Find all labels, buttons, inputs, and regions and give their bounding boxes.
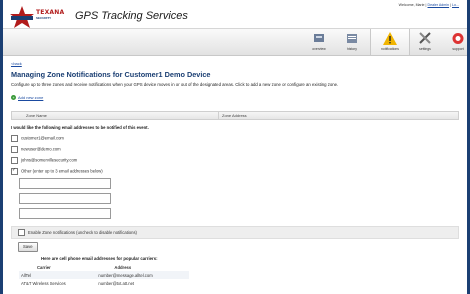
email-option[interactable]: newuser@demo.com [11,146,61,153]
email-checkbox[interactable] [11,135,18,142]
column-zone-address[interactable]: Zone Address [222,113,247,118]
enable-notifications-row[interactable]: Enable Zone notifications (uncheck to di… [11,226,459,239]
tab-settings[interactable]: settings [410,29,440,55]
tab-notifications[interactable]: notifications [370,29,410,55]
tab-bar: overview history notifications settings [3,28,467,56]
overview-icon [312,32,326,45]
zone-table-header: Zone Name Zone Address [11,111,459,120]
other-email-input-1[interactable] [19,178,111,189]
logout-link[interactable]: Lo... [452,3,459,7]
carriers-table: Carrier Address AllTel number@message.al… [19,264,189,287]
other-email-option[interactable]: Other (enter up to 3 email addresses bel… [11,167,103,175]
tools-icon [418,32,432,45]
other-email-input-3[interactable] [19,208,111,219]
other-email-input-2[interactable] [19,193,111,204]
table-row: AT&T Wireless Services number@txt.att.ne… [19,279,189,287]
logo-text: TEXANA [36,9,65,16]
column-carrier: Carrier [37,265,51,270]
tab-history[interactable]: history [337,29,367,55]
header: TEXANA SECURITY GPS Tracking Services We… [3,0,467,56]
intro-text: Configure up to three zones and receive … [11,82,339,87]
table-row: AllTel number@message.alltel.com [19,271,189,279]
back-link[interactable]: <back [11,61,22,66]
plus-icon: + [11,95,16,101]
enable-notifications-checkbox[interactable] [18,229,25,237]
app-title: GPS Tracking Services [75,10,188,22]
logo-subtitle: SECURITY [36,16,52,20]
column-zone-name[interactable]: Zone Name [26,113,47,118]
other-email-checkbox[interactable] [11,167,18,175]
save-button[interactable]: Save [18,242,38,252]
email-checkbox[interactable] [11,157,18,164]
add-zone-link[interactable]: + Add new zone [11,95,43,101]
email-option[interactable]: johns@somervillesecurity.com [11,157,77,164]
notify-label: I would like the following email address… [11,125,149,130]
warning-icon [383,32,397,45]
main-content: <back Managing Zone Notifications for Cu… [3,56,467,294]
column-address: Address [114,265,132,270]
page-title: Managing Zone Notifications for Customer… [11,70,211,79]
dealer-admin-link[interactable]: Dealer Admin [427,3,449,7]
email-checkbox[interactable] [11,146,18,153]
welcome-text: Welcome, Marie | [398,3,427,7]
lifebuoy-icon [451,32,465,45]
tab-support[interactable]: support [443,29,467,55]
history-icon [345,32,359,45]
carriers-heading: Here are cell phone email addresses for … [41,256,158,261]
welcome-bar: Welcome, Marie | Dealer Admin | Lo... [398,3,459,7]
email-option[interactable]: customer1@email.com [11,135,64,142]
tab-overview[interactable]: overview [304,29,334,55]
app-window: TEXANA SECURITY GPS Tracking Services We… [3,0,467,294]
